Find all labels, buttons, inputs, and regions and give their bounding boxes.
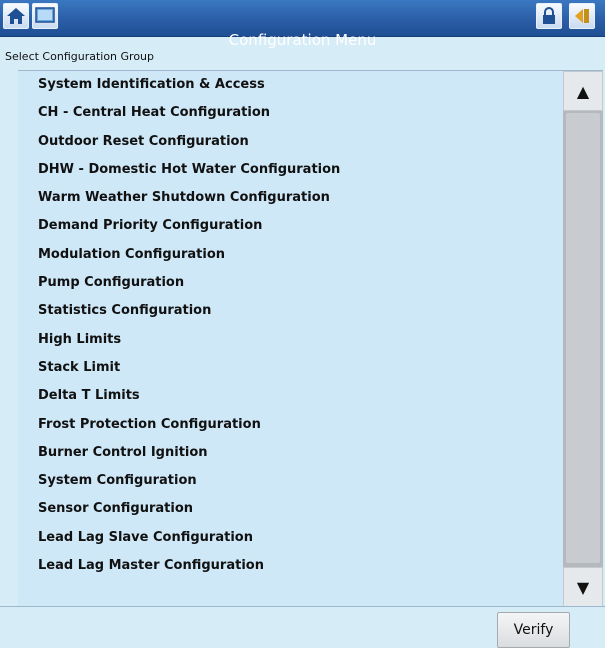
menu-item[interactable]: Delta T Limits — [18, 382, 560, 410]
menu-item[interactable]: Stack Limit — [18, 354, 560, 382]
menu-item[interactable]: Demand Priority Configuration — [18, 212, 560, 240]
scroll-up-button[interactable]: ▲ — [563, 71, 603, 111]
menu-item[interactable]: Statistics Configuration — [18, 297, 560, 325]
configuration-group-list: System Identification & Access CH - Centr… — [18, 71, 560, 607]
menu-item[interactable]: System Configuration — [18, 467, 560, 495]
menu-item[interactable]: Frost Protection Configuration — [18, 411, 560, 439]
page-title: Configuration Menu — [228, 31, 377, 49]
menu-item[interactable]: Warm Weather Shutdown Configuration — [18, 184, 560, 212]
menu-item[interactable]: System Identification & Access — [18, 71, 560, 99]
page-subtitle: Select Configuration Group — [5, 50, 155, 63]
scrollbar-thumb[interactable] — [566, 113, 600, 563]
menu-item[interactable]: Outdoor Reset Configuration — [18, 128, 560, 156]
configuration-group-list-panel: System Identification & Access CH - Centr… — [18, 70, 603, 607]
footer-divider — [0, 606, 605, 607]
menu-item[interactable]: Modulation Configuration — [18, 241, 560, 269]
verify-button[interactable]: Verify — [497, 612, 570, 648]
menu-item[interactable]: CH - Central Heat Configuration — [18, 99, 560, 127]
home-icon[interactable] — [3, 3, 29, 29]
scroll-down-button[interactable]: ▼ — [563, 567, 603, 607]
menu-item[interactable]: Pump Configuration — [18, 269, 560, 297]
back-icon[interactable] — [569, 3, 595, 29]
menu-item[interactable]: DHW - Domestic Hot Water Configuration — [18, 156, 560, 184]
menu-item[interactable]: Burner Control Ignition — [18, 439, 560, 467]
scrollbar[interactable]: ▲ ▼ — [563, 71, 603, 607]
menu-item[interactable]: Sensor Configuration — [18, 495, 560, 523]
screen-icon[interactable] — [32, 3, 58, 29]
menu-item[interactable]: Lead Lag Slave Configuration — [18, 524, 560, 552]
menu-item[interactable]: High Limits — [18, 326, 560, 354]
lock-icon[interactable] — [536, 3, 562, 29]
menu-item[interactable]: Lead Lag Master Configuration — [18, 552, 560, 580]
